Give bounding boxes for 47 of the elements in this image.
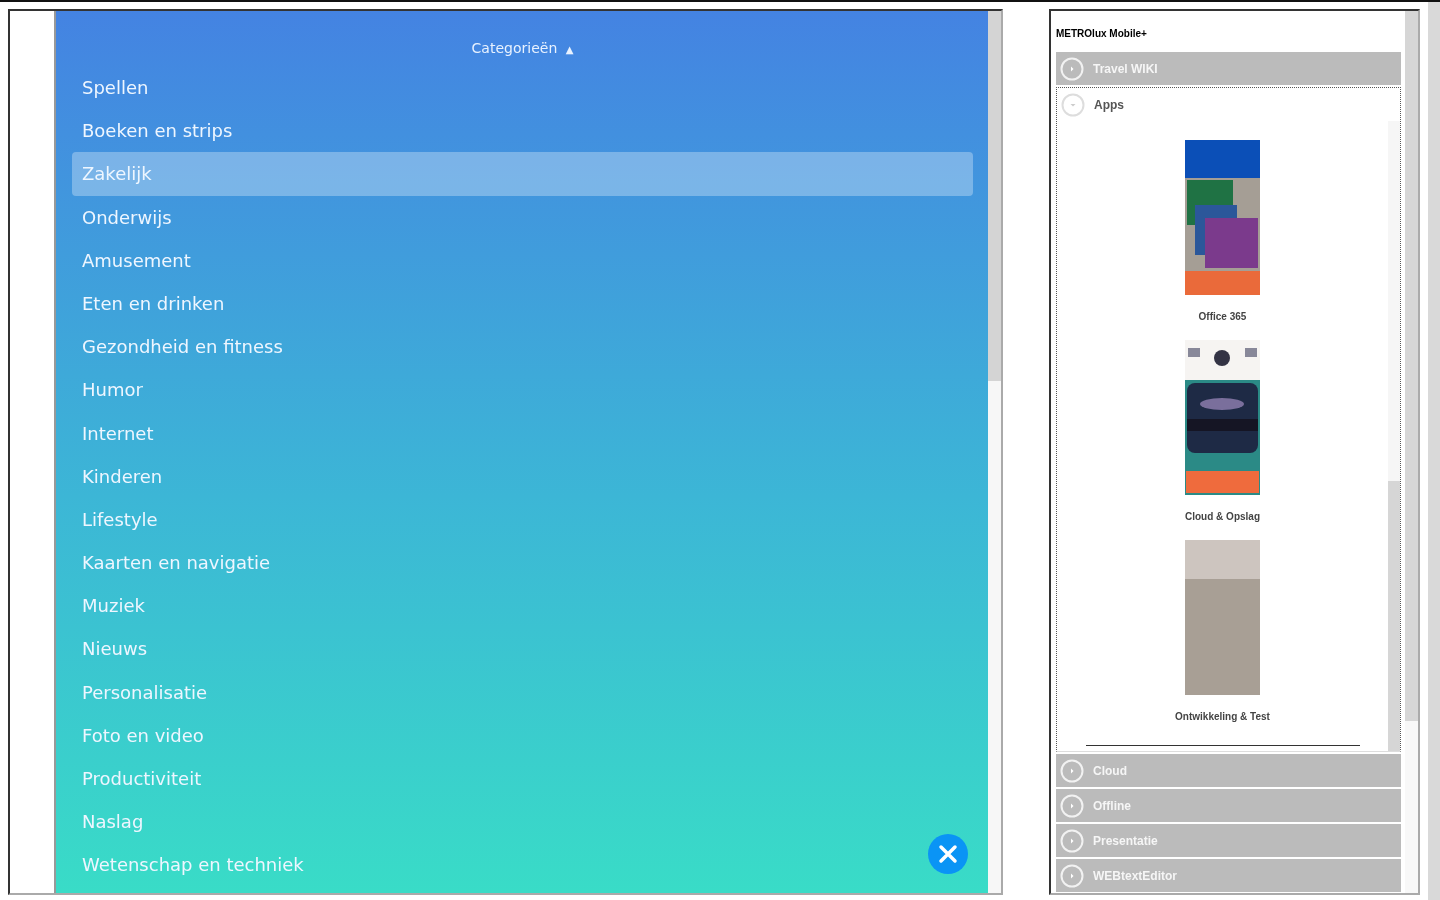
category-item[interactable]: Spellen	[72, 66, 973, 110]
collapse-icon[interactable]	[1061, 92, 1085, 117]
category-item[interactable]: Nieuws	[72, 627, 973, 671]
accordion-section[interactable]: Cloud	[1056, 754, 1401, 787]
category-item[interactable]: Internet	[72, 411, 973, 455]
scrollbar[interactable]	[1428, 2, 1440, 900]
expand-icon	[1060, 758, 1084, 783]
close-button[interactable]	[928, 834, 968, 874]
category-item[interactable]: Eten en drinken	[72, 281, 973, 326]
section-title[interactable]: Apps	[1094, 97, 1124, 112]
section-title: Cloud	[1093, 763, 1127, 778]
app-label: Cloud & Opslag	[1185, 510, 1260, 524]
expand-icon	[1060, 793, 1084, 818]
expand-icon	[1060, 863, 1084, 888]
category-item[interactable]: Productiviteit	[72, 757, 973, 801]
expand-icon	[1060, 56, 1084, 81]
accordion-section[interactable]: WEBtextEditor	[1056, 859, 1401, 892]
app-label: Ontwikkeling & Test	[1175, 710, 1270, 724]
scrollbar[interactable]	[988, 11, 1001, 893]
category-item[interactable]: Naslag	[72, 800, 973, 844]
category-item[interactable]: Lifestyle	[72, 497, 973, 542]
scrollbar[interactable]	[1405, 11, 1418, 893]
category-item[interactable]: Personalisatie	[72, 670, 973, 714]
accordion-section[interactable]: Presentatie	[1056, 824, 1401, 857]
category-item[interactable]: Foto en video	[72, 713, 973, 757]
expand-icon	[1060, 828, 1084, 853]
category-item[interactable]: Kaarten en navigatie	[72, 541, 973, 585]
category-item[interactable]: Muziek	[72, 584, 973, 628]
section-title: Travel WIKI	[1093, 61, 1158, 76]
app-title: METROlux Mobile+	[1056, 27, 1148, 41]
close-icon	[938, 844, 958, 864]
category-item[interactable]: Gezondheid en fitness	[72, 325, 973, 369]
category-item[interactable]: Wetenschap en techniek	[72, 843, 973, 887]
category-item[interactable]: Kinderen	[72, 454, 973, 498]
category-item[interactable]: Onderwijs	[72, 195, 973, 239]
section-title: WEBtextEditor	[1093, 868, 1177, 883]
accordion-section[interactable]: Travel WIKI	[1056, 52, 1401, 85]
category-item[interactable]: Amusement	[72, 238, 973, 282]
category-item[interactable]: Humor	[72, 368, 973, 412]
section-title: Offline	[1093, 798, 1131, 813]
category-item[interactable]: Zakelijk	[72, 152, 973, 196]
accordion-section[interactable]: Offline	[1056, 789, 1401, 822]
app-label: Office 365	[1198, 310, 1247, 324]
section-title: Presentatie	[1093, 833, 1158, 848]
categories-toggle[interactable]: Categorieën ▲	[471, 40, 574, 56]
category-item[interactable]: Boeken en strips	[72, 109, 973, 153]
scrollbar[interactable]	[1388, 121, 1400, 751]
